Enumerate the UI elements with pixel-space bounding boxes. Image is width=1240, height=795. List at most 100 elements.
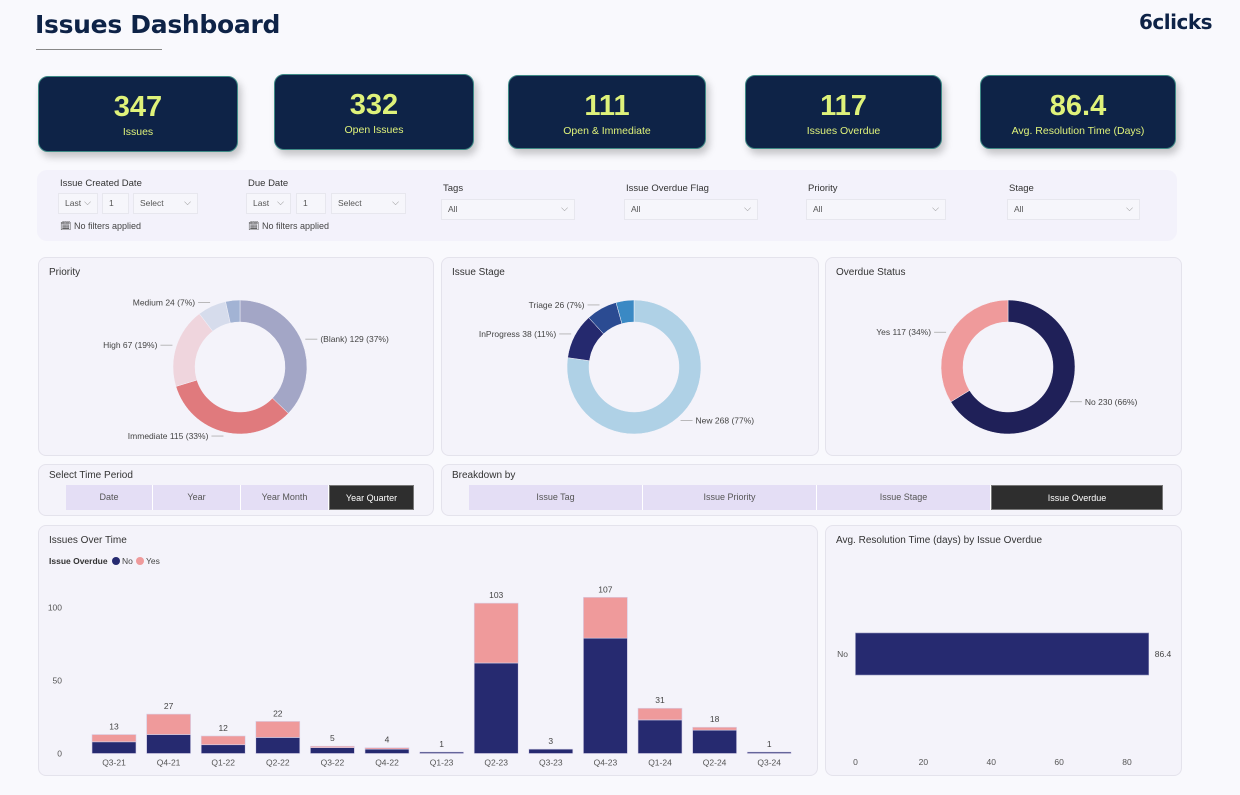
legend-label-yes[interactable]: Yes	[146, 556, 160, 566]
bar-segment-no[interactable]	[364, 748, 410, 754]
issue-created-date-mode-select[interactable]: Last ⌵	[58, 193, 98, 214]
kpi-label: Issues	[122, 126, 154, 138]
x-tick-label: Q3-22	[321, 758, 345, 768]
bar-total-label: 1	[767, 739, 772, 749]
filter-label-stage: Stage	[1009, 183, 1034, 194]
kpi-label: Issues Overdue	[806, 125, 881, 137]
donut-slice-yes[interactable]	[940, 299, 1009, 403]
time-period-slicer: Select Time Period Date Year Year Month …	[38, 464, 434, 516]
bar-segment-no[interactable]	[473, 662, 519, 754]
breakdown-option-issue-priority[interactable]: Issue Priority	[643, 485, 817, 510]
slice-label: (Blank) 129 (37%)	[320, 334, 389, 344]
bar-no[interactable]	[855, 632, 1150, 676]
bar-segment-yes[interactable]	[255, 721, 301, 738]
due-date-status: 🗓 No filters applied	[248, 221, 329, 232]
bar-segment-yes[interactable]	[583, 596, 628, 639]
bar-segment-no[interactable]	[91, 741, 137, 754]
chevron-down-icon: ⌵	[744, 203, 751, 213]
due-date-count-input[interactable]: 1	[296, 193, 326, 214]
bar-segment-no[interactable]	[255, 737, 301, 754]
issue-stage-chart-card: Issue Stage New 268 (77%) InProgress 38 (…	[441, 257, 819, 456]
filter-label-tags: Tags	[443, 183, 464, 194]
filter-label-overdue-flag: Issue Overdue Flag	[626, 183, 709, 194]
avg-resolution-card: Avg. Resolution Time (days) by Issue Ove…	[825, 525, 1182, 776]
x-tick-label: 20	[919, 757, 929, 767]
bar-segment-yes[interactable]	[473, 602, 519, 664]
priority-dropdown[interactable]: All ⌵	[806, 199, 946, 220]
bar-segment-no[interactable]	[419, 751, 464, 754]
x-tick-label: Q3-24	[757, 758, 781, 768]
bar-segment-no[interactable]	[746, 751, 792, 754]
y-category-label: No	[837, 649, 848, 659]
tags-dropdown[interactable]: All ⌵	[441, 199, 575, 220]
time-period-option-year[interactable]: Year	[153, 485, 241, 510]
bar-total-label: 3	[548, 736, 553, 746]
breakdown-option-issue-stage[interactable]: Issue Stage	[817, 485, 991, 510]
bar-segment-yes[interactable]	[364, 747, 410, 750]
due-date-mode-select[interactable]: Last ⌵	[246, 193, 291, 214]
donut-slice-blank[interactable]	[239, 299, 308, 414]
legend-label-no[interactable]: No	[122, 556, 133, 566]
title-divider	[36, 49, 162, 50]
issue-created-date-unit-select[interactable]: Select ⌵	[133, 193, 198, 214]
time-period-option-date[interactable]: Date	[66, 485, 153, 510]
due-date-unit-select[interactable]: Select ⌵	[331, 193, 406, 214]
breakdown-option-issue-overdue[interactable]: Issue Overdue	[991, 485, 1163, 510]
avg-resolution-bar-chart: No 86.4 0 20 40 60 80	[837, 632, 1172, 767]
bar-segment-no[interactable]	[528, 748, 574, 754]
kpi-value: 86.4	[1049, 90, 1107, 122]
select-value: All	[448, 204, 458, 214]
slice-label: Medium 24 (7%)	[133, 298, 196, 308]
calendar-icon: 🗓	[248, 221, 260, 231]
overdue-flag-dropdown[interactable]: All ⌵	[624, 199, 758, 220]
x-tick-label: Q2-24	[703, 758, 727, 768]
bar-segment-yes[interactable]	[91, 734, 137, 743]
bar-segment-no[interactable]	[200, 744, 246, 754]
kpi-card-avg-resolution: 86.4 Avg. Resolution Time (Days)	[980, 75, 1176, 149]
chevron-down-icon: ⌵	[84, 197, 91, 207]
priority-chart-card: Priority (Blank) 129 (37%) Immediate 115 …	[38, 257, 434, 456]
bar-segment-yes[interactable]	[146, 713, 191, 735]
bar-segment-no[interactable]	[146, 734, 191, 754]
slicer-title: Breakdown by	[452, 470, 516, 481]
chevron-down-icon: ⌵	[1126, 203, 1133, 213]
select-value: Last	[65, 198, 82, 208]
time-period-option-year-quarter[interactable]: Year Quarter	[329, 485, 414, 510]
bar-segment-no[interactable]	[310, 747, 355, 754]
bar-segment-yes[interactable]	[200, 735, 246, 746]
slice-label: New 268 (77%)	[696, 416, 755, 426]
bar-segment-no[interactable]	[692, 729, 737, 754]
kpi-card-issues-overdue: 117 Issues Overdue	[745, 75, 942, 149]
kpi-value: 332	[349, 89, 399, 121]
y-tick-label: 50	[53, 676, 63, 686]
donut-slice-immediate[interactable]	[175, 379, 289, 435]
select-value: All	[1014, 204, 1024, 214]
kpi-value: 117	[820, 90, 867, 122]
stage-dropdown[interactable]: All ⌵	[1007, 199, 1140, 220]
slice-label: High 67 (19%)	[103, 340, 158, 350]
chevron-down-icon: ⌵	[277, 197, 284, 207]
breakdown-option-issue-tag[interactable]: Issue Tag	[469, 485, 643, 510]
bar-segment-no[interactable]	[637, 719, 683, 754]
bar-segment-yes[interactable]	[692, 726, 737, 731]
kpi-value: 347	[113, 91, 163, 123]
select-value: Select	[338, 198, 362, 208]
issue-created-date-count-input[interactable]: 1	[102, 193, 129, 214]
kpi-label: Avg. Resolution Time (Days)	[1011, 125, 1145, 137]
donut-slice-high[interactable]	[172, 313, 214, 387]
slice-label: Triage 26 (7%)	[529, 300, 585, 310]
x-tick-label: 60	[1054, 757, 1064, 767]
bar-segment-yes[interactable]	[637, 707, 683, 721]
breakdown-options: Issue Tag Issue Priority Issue Stage Iss…	[469, 485, 1163, 510]
x-tick-label: 40	[987, 757, 997, 767]
bar-segment-yes[interactable]	[310, 745, 355, 748]
x-tick-label: Q2-23	[484, 758, 508, 768]
x-tick-label: Q2-22	[266, 758, 290, 768]
select-value: All	[631, 204, 641, 214]
y-tick-label: 0	[57, 749, 62, 759]
slice-label: Yes 117 (34%)	[876, 327, 931, 337]
issue-created-date-status: 🗓 No filters applied	[60, 221, 141, 232]
bar-segment-no[interactable]	[583, 637, 628, 754]
time-period-option-year-month[interactable]: Year Month	[241, 485, 329, 510]
filter-panel: Issue Created Date Last ⌵ 1 Select ⌵ 🗓 No …	[37, 170, 1177, 241]
